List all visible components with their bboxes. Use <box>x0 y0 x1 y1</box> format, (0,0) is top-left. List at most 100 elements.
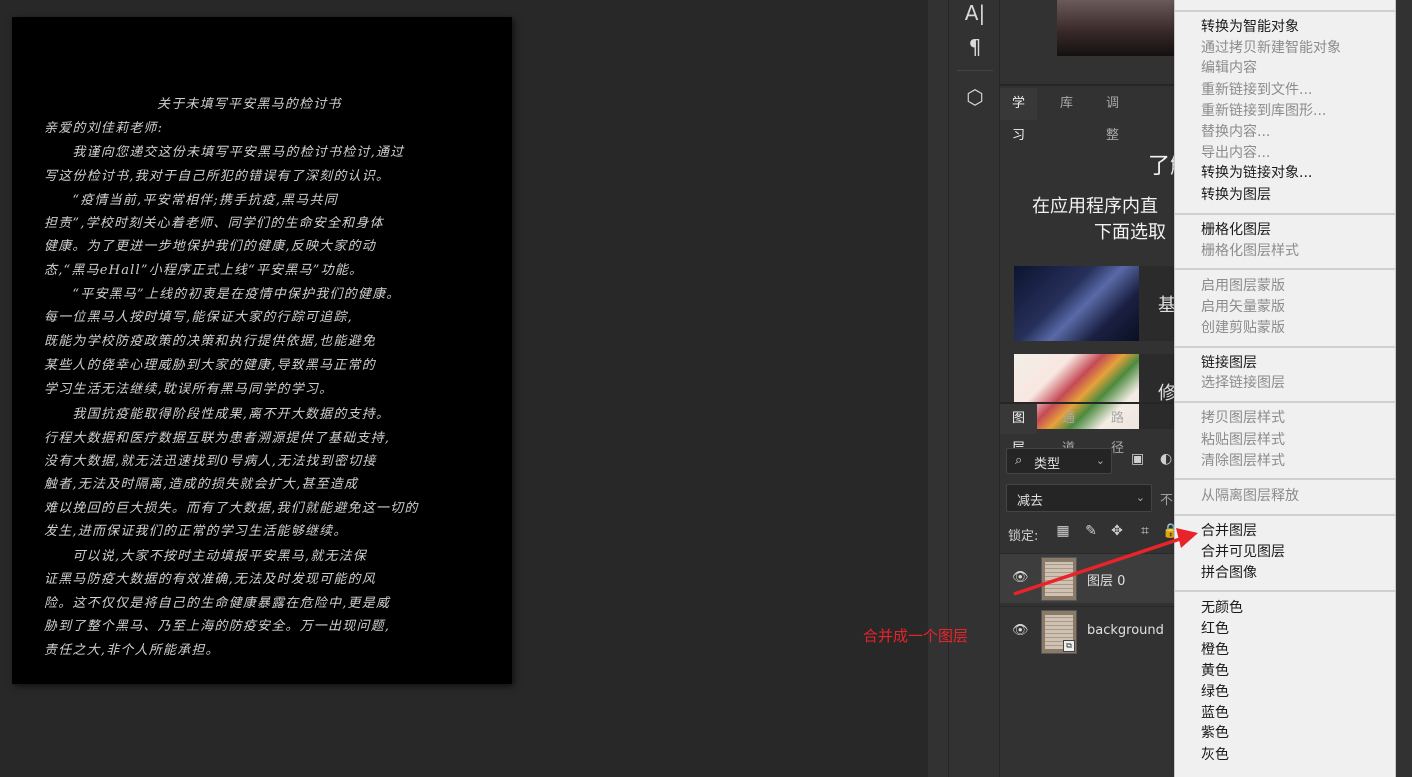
document-text-line: 我国抗疫能取得阶段性成果,离不开大数据的支持。 <box>44 407 391 422</box>
document-text-line: 发生,进而保证我们的正常的学习生活能够继续。 <box>44 524 348 539</box>
chevron-down-icon: ⌄ <box>1095 454 1105 467</box>
document-text-line: 触者,无法及时隔离,造成的损失就会扩大,甚至造成 <box>44 477 359 492</box>
menu-item: 通过拷贝新建智能对象 <box>1201 40 1341 56</box>
lock-all-icon[interactable]: 🔒 <box>1162 523 1174 541</box>
menu-item[interactable]: 红色 <box>1201 619 1229 639</box>
panel-scroll-strip <box>1396 0 1412 777</box>
document-text-line: 我谨向您递交这份未填写平安黑马的检讨书检讨,通过 <box>44 145 405 160</box>
menu-item: 栅格化图层样式 <box>1201 243 1299 259</box>
document-text-line: 某些人的侥幸心理威胁到大家的健康,导致黑马正常的 <box>44 358 376 373</box>
paragraph-icon[interactable]: ¶ <box>961 34 989 60</box>
menu-item: 重新链接到库图形... <box>1201 103 1327 119</box>
layer-thumbnail: ⧉ <box>1041 610 1077 654</box>
menu-item[interactable]: 无颜色 <box>1201 598 1243 618</box>
adjustment-filter-icon[interactable]: ◐ <box>1160 451 1174 469</box>
toolstrip-separator <box>957 70 993 71</box>
blend-mode-value: 减去 <box>1017 494 1044 509</box>
lock-artboard-icon[interactable]: ⌗ <box>1136 523 1154 541</box>
menu-item: 创建剪贴蒙版 <box>1201 320 1285 336</box>
photoshop-window: 关于未填写平安黑马的检讨书 亲爱的刘佳莉老师: 我谨向您递交这份未填写平安黑马的检… <box>0 0 1412 777</box>
document-text-line: 责任之大,非个人所能承担。 <box>44 643 220 658</box>
tutorial-thumbnail <box>1014 266 1139 341</box>
layer-row-background[interactable]: 👁 ⧉ background <box>1000 606 1174 656</box>
menu-item: 清除图层样式 <box>1201 453 1285 469</box>
document-text-line: 险。这不仅仅是将自己的生命健康暴露在危险中,更是威 <box>44 596 391 611</box>
tab-channels[interactable]: 通道 <box>1050 404 1087 456</box>
menu-separator <box>1175 478 1395 480</box>
tab-adjustments[interactable]: 调整 <box>1094 88 1131 143</box>
type-tool-icon[interactable]: A| <box>961 0 989 26</box>
opacity-label: 不 <box>1160 493 1174 508</box>
document-text-line: 证黑马防疫大数据的有效准确,无法及时发现可能的风 <box>44 572 376 587</box>
3d-cube-icon[interactable]: ⬡ <box>961 84 989 110</box>
menu-item[interactable]: 拼合图像 <box>1201 563 1257 583</box>
menu-item: 选择链接图层 <box>1201 375 1285 391</box>
menu-item[interactable]: 转换为智能对象 <box>1201 17 1299 37</box>
panel-divider <box>928 0 948 777</box>
lock-position-icon[interactable]: ✥ <box>1108 523 1126 541</box>
menu-item: 启用图层蒙版 <box>1201 278 1285 294</box>
layer-name[interactable]: background <box>1087 623 1164 638</box>
menu-item[interactable]: 合并可见图层 <box>1201 542 1285 562</box>
menu-item: 从隔离图层释放 <box>1201 488 1299 504</box>
layer-filter-select[interactable]: ⌕ 类型 ⌄ <box>1006 448 1112 474</box>
menu-item[interactable]: 蓝色 <box>1201 703 1229 723</box>
layer-row-layer0[interactable]: 👁 图层 0 <box>1000 553 1174 603</box>
menu-separator <box>1175 213 1395 215</box>
canvas-document[interactable]: 关于未填写平安黑马的检讨书 亲爱的刘佳莉老师: 我谨向您递交这份未填写平安黑马的检… <box>12 17 512 684</box>
menu-separator <box>1175 268 1395 270</box>
annotation-label: 合并成一个图层 <box>863 627 969 645</box>
learn-subtitle-line2: 下面选取 <box>1094 222 1166 243</box>
smart-object-badge-icon: ⧉ <box>1063 640 1075 652</box>
document-text-line: 学习生活无法继续,耽误所有黑马同学的学习。 <box>44 382 334 397</box>
document-text-line: “疫情当前,平安常相伴;携手抗疫,黑马共同 <box>44 193 338 208</box>
menu-item: 替换内容... <box>1201 124 1271 140</box>
chevron-down-icon: ⌄ <box>1135 491 1145 504</box>
lock-transparent-pixels-icon[interactable]: ▦ <box>1054 523 1072 541</box>
document-text-line: 亲爱的刘佳莉老师: <box>44 121 164 136</box>
lock-image-pixels-icon[interactable]: ✎ <box>1082 523 1100 541</box>
eye-icon[interactable]: 👁 <box>1012 623 1030 638</box>
blend-mode-select[interactable]: 减去 ⌄ <box>1006 484 1152 512</box>
search-icon: ⌕ <box>1015 453 1023 468</box>
layer-context-menu: 转换为智能对象通过拷贝新建智能对象 编辑内容重新链接到文件... 重新链接到库图形.… <box>1174 0 1396 777</box>
menu-item[interactable]: 橙色 <box>1201 640 1229 660</box>
menu-item[interactable]: 转换为链接对象... <box>1201 163 1312 183</box>
document-text-line: 行程大数据和医疗数据互联为患者溯源提供了基础支持, <box>44 431 391 446</box>
menu-separator <box>1175 590 1395 592</box>
layer-name[interactable]: 图层 0 <box>1087 570 1125 589</box>
layer-thumbnail <box>1041 557 1077 601</box>
tab-layers[interactable]: 图层 <box>1000 404 1038 456</box>
tab-learn[interactable]: 学习 <box>1000 88 1038 143</box>
menu-item[interactable]: 栅格化图层 <box>1201 220 1271 240</box>
menu-item[interactable]: 黄色 <box>1201 661 1229 681</box>
menu-item[interactable]: 转换为图层 <box>1201 185 1271 205</box>
menu-item: 导出内容... <box>1201 145 1271 161</box>
tab-paths[interactable]: 路径 <box>1099 404 1136 456</box>
learn-subtitle-line1: 在应用程序内直 <box>1032 196 1158 217</box>
menu-separator <box>1175 401 1395 403</box>
layer-filter-value: 类型 <box>1034 457 1061 472</box>
document-text-line: 可以说,大家不按时主动填报平安黑马,就无法保 <box>44 549 368 564</box>
document-text-line: 既能为学校防疫政策的决策和执行提供依据,也能避免 <box>44 334 376 349</box>
document-text-line: 难以挽回的巨大损失。而有了大数据,我们就能避免这一切的 <box>44 501 419 516</box>
menu-item[interactable]: 绿色 <box>1201 682 1229 702</box>
document-text-line: 没有大数据,就无法迅速找到0号病人,无法找到密切接 <box>44 454 377 469</box>
lock-label: 锁定: <box>1008 529 1039 544</box>
menu-item[interactable]: 链接图层 <box>1201 353 1257 373</box>
eye-icon[interactable]: 👁 <box>1012 570 1030 585</box>
image-filter-icon[interactable]: ▣ <box>1131 451 1149 469</box>
menu-item[interactable]: 紫色 <box>1201 723 1229 743</box>
menu-item[interactable]: 合并图层 <box>1201 521 1257 541</box>
menu-item: 编辑内容 <box>1201 60 1257 76</box>
tab-libraries[interactable]: 库 <box>1048 88 1085 120</box>
menu-item: 粘贴图层样式 <box>1201 432 1285 448</box>
menu-item: 重新链接到文件... <box>1201 82 1313 98</box>
menu-separator <box>1175 10 1395 12</box>
menu-separator <box>1175 514 1395 516</box>
menu-item: 启用矢量蒙版 <box>1201 299 1285 315</box>
document-text-line: 写这份检讨书,我对于自己所犯的错误有了深刻的认识。 <box>44 169 391 184</box>
menu-item[interactable]: 灰色 <box>1201 745 1229 765</box>
document-text-line: 每一位黑马人按时填写,能保证大家的行踪可追踪, <box>44 310 353 325</box>
menu-separator <box>1175 346 1395 348</box>
